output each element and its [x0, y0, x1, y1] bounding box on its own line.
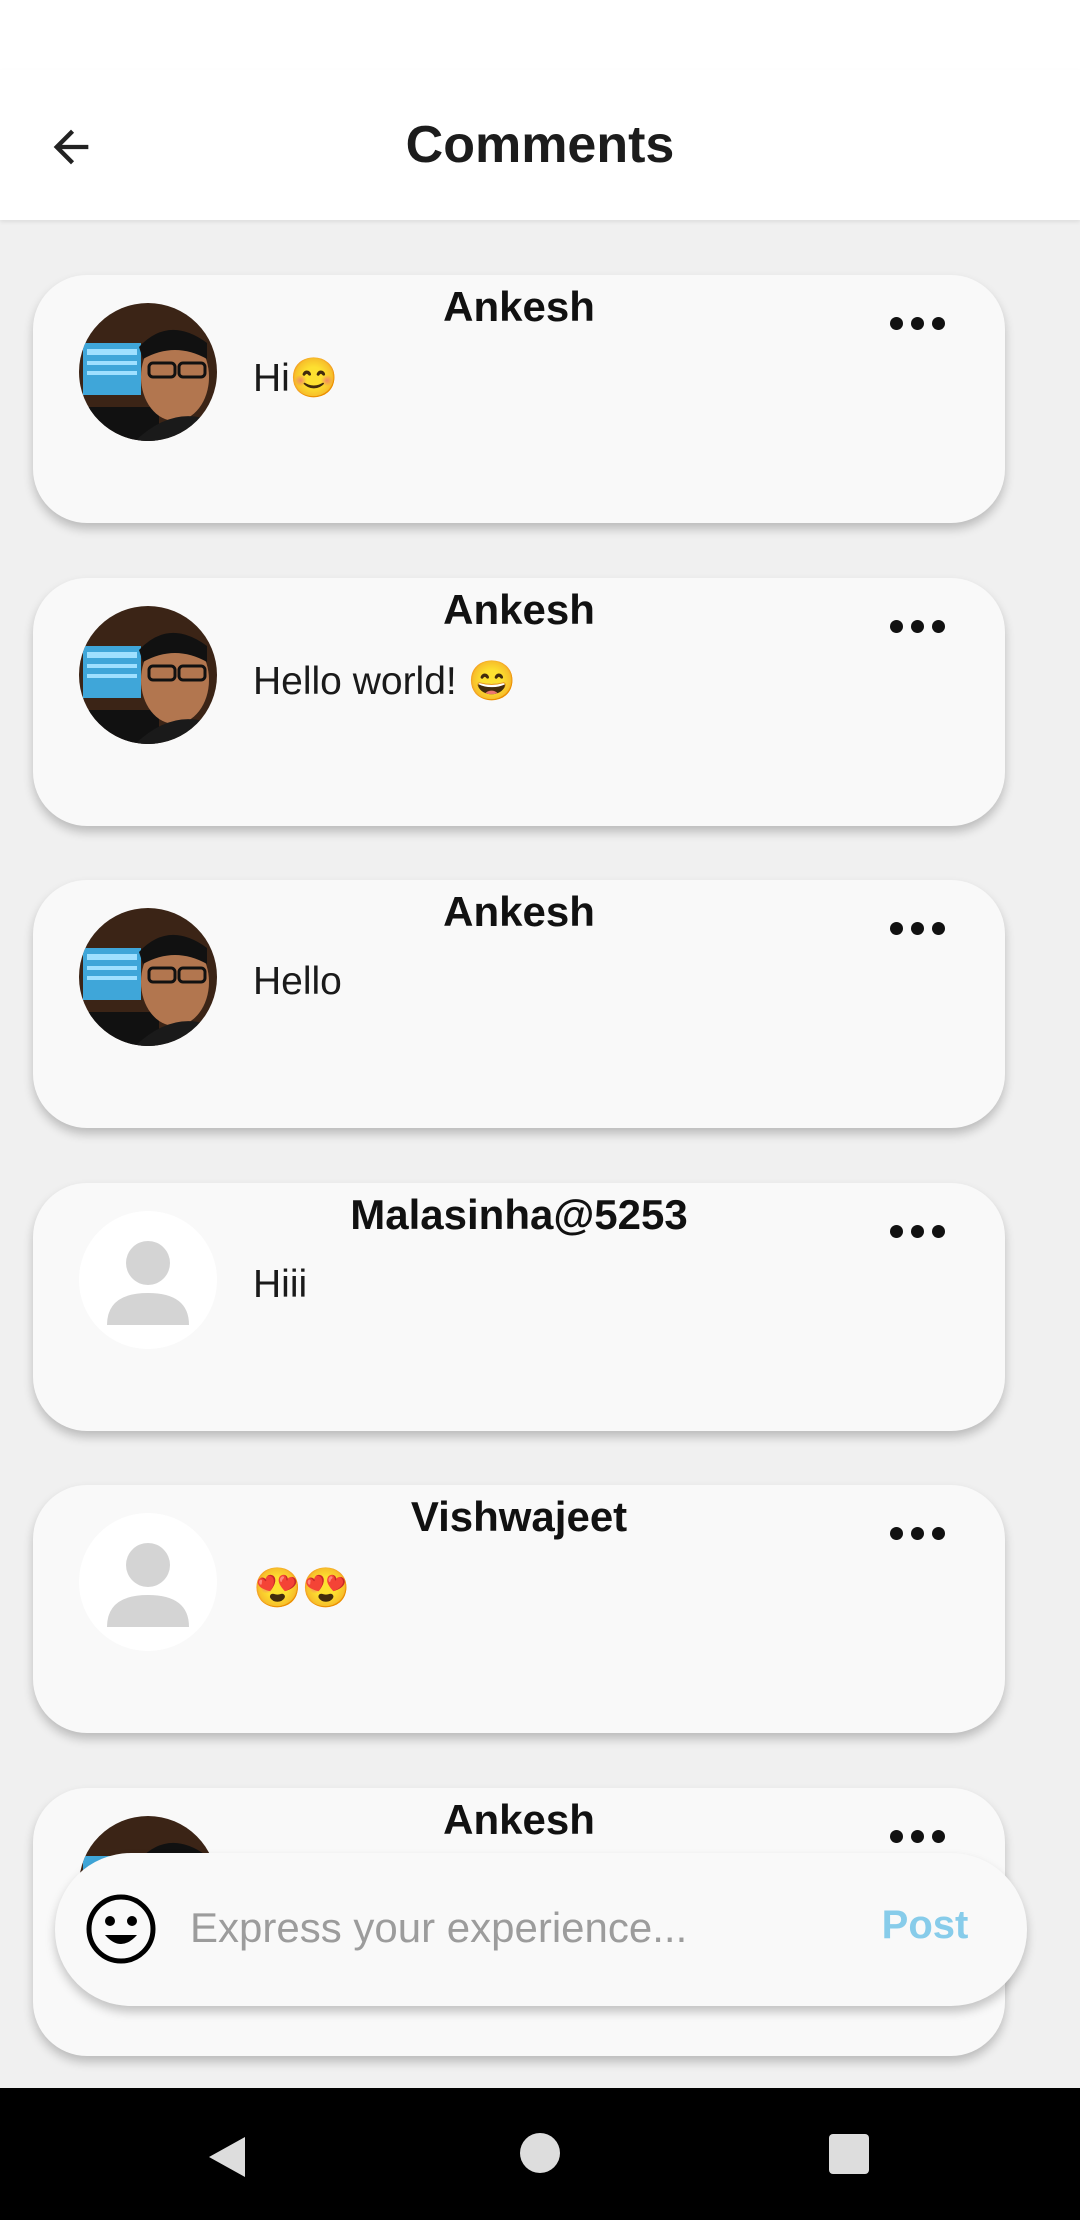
- more-dot-icon: [931, 921, 945, 935]
- more-options-button[interactable]: [869, 1513, 965, 1553]
- comment-card: Vishwajeet 😍😍: [33, 1485, 1005, 1733]
- comment-card: Ankesh Hello world! 😄: [33, 578, 1005, 826]
- more-options-button[interactable]: [869, 1211, 965, 1251]
- comment-text: Hiii: [253, 1263, 308, 1306]
- app-bar: Comments: [0, 70, 1080, 220]
- post-button[interactable]: Post: [855, 1903, 995, 1959]
- more-dot-icon: [931, 619, 945, 633]
- nav-recents-icon[interactable]: [829, 2134, 869, 2174]
- comment-author[interactable]: Ankesh: [33, 888, 1005, 936]
- comment-text: Hello: [253, 960, 342, 1003]
- more-options-button[interactable]: [869, 303, 965, 343]
- comment-card: Ankesh Hi😊: [33, 275, 1005, 523]
- comment-author[interactable]: Ankesh: [33, 1796, 1005, 1844]
- more-dot-icon: [889, 921, 903, 935]
- more-options-button[interactable]: [869, 908, 965, 948]
- comment-author[interactable]: Ankesh: [33, 586, 1005, 634]
- more-dot-icon: [910, 1526, 924, 1540]
- comment-author[interactable]: Ankesh: [33, 283, 1005, 331]
- more-options-button[interactable]: [869, 606, 965, 646]
- more-dot-icon: [931, 1829, 945, 1843]
- comment-input[interactable]: [190, 1888, 790, 1968]
- more-dot-icon: [931, 316, 945, 330]
- more-dot-icon: [910, 1829, 924, 1843]
- page-title: Comments: [405, 116, 675, 174]
- status-bar: [0, 0, 1080, 70]
- more-dot-icon: [889, 316, 903, 330]
- comment-author[interactable]: Malasinha@5253: [33, 1191, 1005, 1239]
- more-dot-icon: [910, 1224, 924, 1238]
- emoji-button[interactable]: [85, 1893, 157, 1965]
- comment-text: 😍😍: [253, 1567, 351, 1610]
- smiley-icon: [86, 1894, 156, 1964]
- more-dot-icon: [931, 1224, 945, 1238]
- system-nav-bar: [0, 2088, 1080, 2220]
- more-dot-icon: [931, 1526, 945, 1540]
- comment-author[interactable]: Vishwajeet: [33, 1493, 1005, 1541]
- comment-text: Hi😊: [253, 357, 339, 400]
- comment-card: Malasinha@5253 Hiii: [33, 1183, 1005, 1431]
- more-options-button[interactable]: [869, 1816, 965, 1856]
- comment-list[interactable]: Ankesh Hi😊 Ankesh Hello world! 😄 Ankesh …: [0, 220, 1080, 2090]
- more-dot-icon: [910, 316, 924, 330]
- nav-back-icon[interactable]: [205, 2133, 249, 2181]
- more-dot-icon: [910, 619, 924, 633]
- arrow-left-icon: [53, 129, 89, 165]
- comment-card: Ankesh Hello: [33, 880, 1005, 1128]
- more-dot-icon: [889, 1829, 903, 1843]
- more-dot-icon: [910, 921, 924, 935]
- comment-composer: Post: [55, 1853, 1027, 2006]
- nav-home-icon[interactable]: [520, 2133, 560, 2173]
- more-dot-icon: [889, 1224, 903, 1238]
- more-dot-icon: [889, 1526, 903, 1540]
- back-button[interactable]: [36, 112, 106, 182]
- comment-text: Hello world! 😄: [253, 660, 517, 703]
- more-dot-icon: [889, 619, 903, 633]
